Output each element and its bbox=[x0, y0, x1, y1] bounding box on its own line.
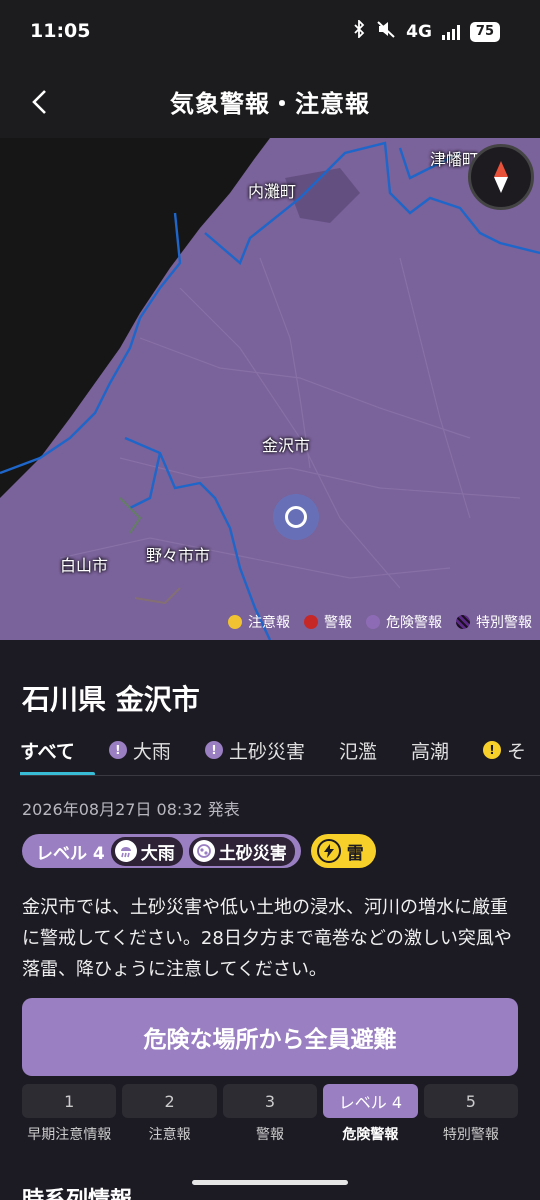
legend-label: 特別警報 bbox=[476, 615, 532, 631]
legend-label: 警報 bbox=[324, 615, 352, 631]
mute-icon bbox=[376, 20, 396, 43]
level-name: 警報 bbox=[256, 1127, 285, 1143]
tab-label: 土砂災害 bbox=[228, 740, 305, 763]
warning-type-tabs: すべて ! 大雨 ! 土砂災害 氾濫 高潮 ! そ bbox=[20, 730, 540, 776]
level-number: 5 bbox=[423, 1084, 519, 1118]
level-number: 3 bbox=[222, 1084, 318, 1118]
tab-storm-surge[interactable]: 高潮 bbox=[411, 730, 449, 770]
warning-map[interactable]: 津幡町 内灘町 金沢市 野々市市 白山市 注意報 警報 危険警報 特別警報 bbox=[0, 138, 540, 640]
tab-label: すべて bbox=[20, 740, 75, 763]
legend-dot-icon bbox=[228, 615, 242, 629]
warning-chips: レベル 4 大雨 土砂災害 雷 bbox=[22, 834, 376, 868]
legend-dot-icon bbox=[304, 615, 318, 629]
thunder-chip: 雷 bbox=[310, 834, 376, 868]
compass-button[interactable] bbox=[468, 144, 534, 210]
landslide-label: 土砂災害 bbox=[218, 843, 287, 864]
map-label-hakusan: 白山市 bbox=[60, 556, 109, 575]
level-name: 危険警報 bbox=[342, 1127, 399, 1143]
evacuation-action-button[interactable]: 危険な場所から全員避難 bbox=[22, 998, 518, 1076]
exclamation-icon: ! bbox=[108, 741, 127, 759]
tab-heavy-rain[interactable]: ! 大雨 bbox=[108, 730, 171, 770]
status-icons: 4G 75 bbox=[352, 18, 500, 43]
legend-item-special: 特別警報 bbox=[456, 612, 532, 632]
level-2: 2 注意報 bbox=[122, 1084, 217, 1144]
lightning-icon bbox=[316, 839, 341, 863]
detail-panel: 石川県 金沢市 すべて ! 大雨 ! 土砂災害 氾濫 高潮 ! そ 2026年0… bbox=[0, 640, 540, 1200]
page-title: 気象警報・注意報 bbox=[170, 90, 370, 118]
level-5: 5 特別警報 bbox=[423, 1084, 519, 1144]
legend-dot-icon bbox=[456, 615, 470, 629]
level-number: レベル 4 bbox=[323, 1084, 418, 1118]
issued-timestamp: 2026年08月27日 08:32 発表 bbox=[22, 800, 240, 819]
landslide-icon bbox=[192, 840, 215, 862]
level-name: 注意報 bbox=[148, 1127, 191, 1143]
legend-label: 危険警報 bbox=[386, 615, 442, 631]
alert-level-scale: 1 早期注意情報 2 注意報 3 警報 レベル 4 危険警報 5 特別警報 bbox=[22, 1084, 519, 1144]
tab-flood[interactable]: 氾濫 bbox=[339, 730, 377, 770]
heavy-rain-chip: 大雨 bbox=[110, 836, 183, 866]
place-title: 石川県 金沢市 bbox=[22, 683, 200, 716]
exclamation-icon: ! bbox=[204, 741, 223, 759]
tab-landslide[interactable]: ! 土砂災害 bbox=[204, 730, 305, 770]
tab-label: 高潮 bbox=[410, 740, 449, 763]
level-3: 3 警報 bbox=[222, 1084, 318, 1144]
legend-item-danger: 危険警報 bbox=[366, 612, 442, 632]
landslide-chip: 土砂災害 bbox=[188, 836, 295, 866]
home-indicator[interactable] bbox=[192, 1180, 348, 1185]
network-type: 4G bbox=[406, 21, 432, 42]
level-number: 2 bbox=[122, 1084, 217, 1118]
current-location-marker bbox=[273, 494, 319, 540]
compass-icon bbox=[494, 161, 508, 193]
level-name: 早期注意情報 bbox=[27, 1127, 112, 1143]
exclamation-icon: ! bbox=[482, 741, 501, 759]
level-4: レベル 4 危険警報 bbox=[323, 1084, 418, 1144]
map-legend: 注意報 警報 危険警報 特別警報 bbox=[228, 612, 532, 632]
legend-label: 注意報 bbox=[248, 615, 290, 631]
map-label-uchinada: 内灘町 bbox=[248, 182, 297, 201]
timeline-section-title: 時系列情報 bbox=[22, 1182, 132, 1200]
tab-label: そ bbox=[506, 740, 526, 763]
tab-label: 大雨 bbox=[132, 740, 171, 763]
battery-icon: 75 bbox=[469, 21, 500, 42]
level-number: 1 bbox=[22, 1084, 117, 1118]
bluetooth-icon bbox=[352, 18, 366, 43]
signal-icon bbox=[441, 24, 460, 40]
tab-all[interactable]: すべて bbox=[20, 730, 95, 776]
thunder-label: 雷 bbox=[346, 843, 364, 864]
legend-item-advisory: 注意報 bbox=[228, 612, 290, 632]
heavy-rain-label: 大雨 bbox=[140, 843, 175, 864]
status-time: 11:05 bbox=[30, 20, 91, 42]
tabs-divider bbox=[20, 775, 540, 776]
legend-dot-icon bbox=[366, 615, 380, 629]
level-1: 1 早期注意情報 bbox=[22, 1084, 117, 1144]
rain-icon bbox=[114, 840, 137, 862]
level-chip-label: レベル 4 bbox=[36, 843, 105, 864]
legend-item-warning: 警報 bbox=[304, 612, 352, 632]
tab-other[interactable]: ! そ bbox=[482, 730, 526, 770]
status-bar: 11:05 4G 75 bbox=[0, 0, 540, 64]
tab-label: 氾濫 bbox=[338, 740, 377, 763]
warning-message: 金沢市では、土砂災害や低い土地の浸水、河川の増水に厳重に警戒してください。28日… bbox=[22, 897, 512, 980]
app-bar: 気象警報・注意報 bbox=[0, 64, 540, 138]
map-label-kanazawa: 金沢市 bbox=[262, 436, 311, 455]
map-label-nonoichi: 野々市市 bbox=[146, 546, 211, 565]
level-name: 特別警報 bbox=[442, 1127, 499, 1143]
level-chip: レベル 4 大雨 土砂災害 bbox=[22, 834, 301, 868]
